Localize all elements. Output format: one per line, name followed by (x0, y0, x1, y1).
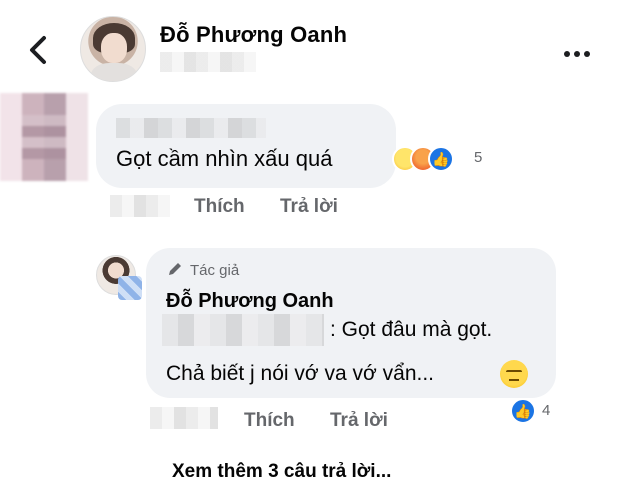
more-dots-icon[interactable] (564, 44, 598, 57)
like-button[interactable]: Thích (194, 196, 245, 218)
post-header: Đỗ Phương Oanh (0, 0, 620, 90)
pencil-icon (169, 263, 181, 275)
reaction-count: 5 (474, 149, 483, 166)
reply-reactions[interactable]: 👍 4 (510, 398, 554, 426)
reply-button[interactable]: Trả lời (330, 410, 388, 432)
reply-author-name[interactable]: Đỗ Phương Oanh (166, 290, 334, 313)
profile-avatar[interactable] (80, 16, 146, 82)
comment-reactions[interactable]: 👍 5 (392, 146, 502, 174)
unamused-emoji-icon (500, 360, 528, 388)
like-button[interactable]: Thích (244, 410, 295, 432)
comment-text: Gọt cầm nhìn xấu quá (116, 146, 333, 171)
blurred-timestamp (110, 195, 170, 217)
blurred-subtitle (160, 52, 256, 72)
commenter-avatar-blurred[interactable] (0, 93, 88, 181)
like-react-icon: 👍 (510, 398, 536, 424)
view-more-replies-link[interactable]: Xem thêm 3 câu trả lời... (172, 461, 391, 483)
blurred-mention (162, 314, 324, 346)
reply-reaction-count: 4 (542, 402, 551, 419)
like-react-icon: 👍 (428, 146, 454, 172)
blurred-timestamp (150, 407, 218, 429)
reply-text-line2: Chả biết j nói vớ va vớ vẩn... (166, 362, 434, 385)
profile-name[interactable]: Đỗ Phương Oanh (160, 22, 347, 48)
reply-button[interactable]: Trả lời (280, 196, 338, 218)
blurred-avatar-badge (118, 276, 142, 300)
blurred-commenter-name (116, 118, 266, 138)
chevron-left-icon[interactable] (24, 32, 54, 68)
author-badge-label: Tác giả (190, 262, 240, 279)
reply-text-line1: : Gọt đâu mà gọt. (330, 318, 493, 341)
author-badge: Tác giả (166, 260, 239, 279)
